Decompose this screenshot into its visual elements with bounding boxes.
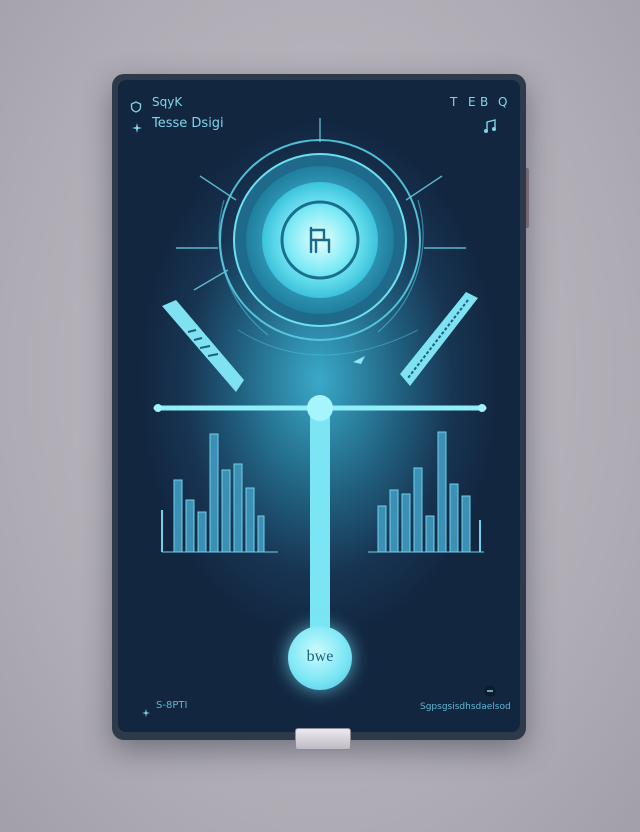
footer-left-text: S-8PTI (156, 700, 188, 711)
bottom-button-label: bwe (306, 648, 334, 665)
footer-right-text: Sgpsgsisdhsdaelsod (420, 702, 511, 712)
tablet-device: SqyK Tesse Dsigi T E B Q bwe S-8PTI Sgps… (112, 74, 526, 740)
bottom-circle-button[interactable]: bwe (288, 626, 352, 690)
sparkle-icon (142, 702, 150, 721)
tablet-screen: SqyK Tesse Dsigi T E B Q bwe S-8PTI Sgps… (118, 80, 520, 732)
center-dial-button[interactable] (282, 202, 358, 278)
device-stand (295, 728, 351, 750)
minus-circle-icon[interactable] (484, 682, 496, 701)
chair-icon (302, 222, 338, 262)
